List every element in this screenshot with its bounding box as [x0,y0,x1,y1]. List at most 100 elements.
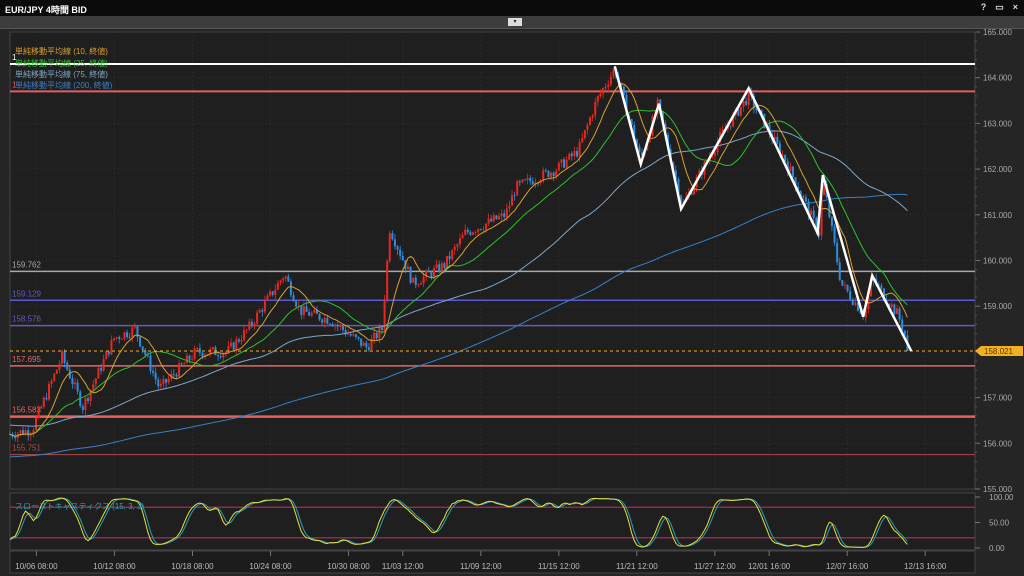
candle-body [131,327,133,336]
candle-body [521,180,523,183]
candle-body [748,91,750,105]
candle-body [495,215,497,219]
candle-body [251,322,253,325]
candle-body [285,276,287,278]
candle-body [129,337,131,338]
candle-body [436,264,438,268]
candle-body [269,291,271,295]
candle-body [337,325,339,326]
candle-body [529,178,531,181]
candle-body [599,94,601,96]
candle-body [238,339,240,341]
x-tick-label: 10/12 08:00 [93,562,136,571]
osc-tick-label: 0.00 [989,544,1005,553]
candle-body [503,213,505,217]
x-tick-label: 11/03 12:00 [382,562,424,571]
candle-body [508,206,510,209]
candle-body [597,96,599,102]
horizontal-line-label: 156.583 [12,406,41,415]
x-tick-label: 11/15 12:00 [538,562,580,571]
candle-body [485,224,487,230]
candle-body [714,152,716,155]
price-chart[interactable]: 165.000164.000163.000162.000161.000160.0… [0,0,1024,576]
x-tick-label: 12/07 16:00 [826,562,869,571]
candle-body [555,171,557,176]
candle-body [188,356,190,360]
candle-body [524,180,526,181]
candle-body [360,339,362,346]
candle-body [240,340,242,342]
candle-body [602,88,604,93]
candle-body [272,291,274,294]
candle-body [412,278,414,283]
candle-body [217,355,219,356]
candle-body [488,219,490,224]
y-tick-label: 163.000 [983,119,1012,128]
candle-body [449,256,451,259]
candle-body [58,364,60,370]
candle-body [139,337,141,346]
candle-body [363,343,365,346]
candle-body [27,430,29,435]
candle-body [813,211,815,218]
candle-body [259,310,261,312]
candle-body [480,229,482,230]
candle-body [402,256,404,260]
horizontal-line-label: 157.695 [12,355,41,364]
candle-body [342,326,344,330]
candle-body [287,276,289,281]
candle-body [329,324,331,325]
candle-body [313,310,315,313]
candle-body [74,383,76,385]
candle-body [638,146,640,152]
candle-body [592,115,594,117]
candle-body [547,171,549,177]
candle-body [162,379,164,384]
candle-body [527,178,529,180]
candle-body [852,299,854,304]
candle-body [834,226,836,243]
candle-body [464,230,466,235]
candle-body [417,285,419,286]
osc-tick-label: 100.00 [989,493,1014,502]
candle-body [740,107,742,116]
candle-body [280,281,282,283]
candle-body [469,232,471,234]
candle-body [553,173,555,176]
candle-body [423,277,425,284]
x-tick-label: 10/24 08:00 [249,562,292,571]
candle-body [776,137,778,144]
candle-body [482,229,484,230]
candle-body [110,340,112,354]
candle-body [589,118,591,125]
candle-body [64,351,66,363]
osc-tick-label: 50.00 [989,519,1010,528]
candle-body [311,313,313,316]
candle-body [789,167,791,172]
candle-body [352,334,354,335]
y-tick-label: 157.000 [983,394,1012,403]
candle-body [849,291,851,299]
candle-body [558,163,560,171]
candle-body [441,263,443,272]
candle-body [334,325,336,326]
candle-body [891,304,893,307]
candle-body [113,338,115,340]
candle-body [290,282,292,296]
candle-body [324,318,326,323]
candle-body [165,379,167,383]
candle-body [792,167,794,178]
candle-body [560,159,562,162]
candle-body [339,326,341,327]
candle-body [545,170,547,171]
candle-body [550,173,552,177]
candle-body [326,318,328,324]
candle-body [264,301,266,312]
candle-body [594,102,596,116]
candle-body [97,368,99,379]
candle-body [394,239,396,246]
candle-body [586,125,588,130]
candle-body [71,378,73,384]
candle-body [729,126,731,127]
candle-body [95,379,97,385]
